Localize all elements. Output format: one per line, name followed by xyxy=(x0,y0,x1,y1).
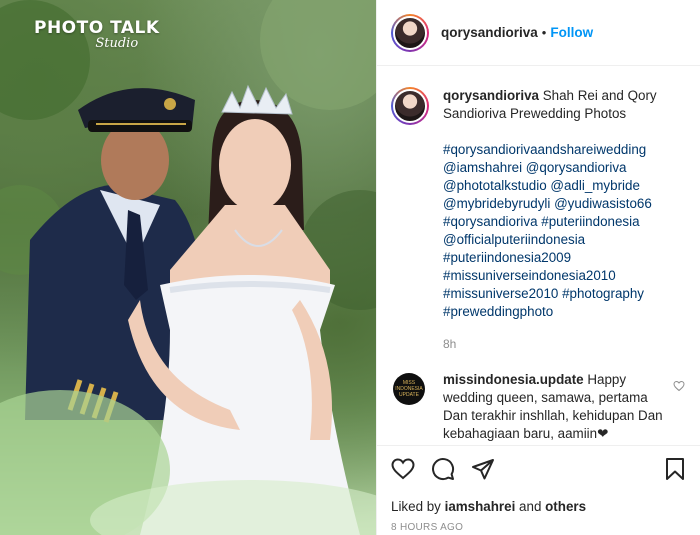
caption-avatar[interactable] xyxy=(391,87,429,125)
post-header: qorysandioriva • Follow xyxy=(377,0,700,66)
likes-others[interactable]: others xyxy=(545,499,586,514)
photo-illustration xyxy=(0,0,376,535)
comment-body: missindonesia.update Happy wedding queen… xyxy=(443,371,665,443)
likes-user[interactable]: iamshahrei xyxy=(445,499,516,514)
watermark-title: PHOTO TALK xyxy=(34,18,160,38)
header-avatar[interactable] xyxy=(391,13,429,52)
caption-username[interactable]: qorysandioriva xyxy=(443,88,539,103)
hashtag-line[interactable]: #missuniverse2010 #photography xyxy=(443,285,675,303)
post-side-panel: qorysandioriva • Follow qorysandioriva S… xyxy=(376,0,700,535)
likes-and: and xyxy=(515,499,546,514)
header-username[interactable]: qorysandioriva xyxy=(441,25,538,40)
post-timestamp: 8 HOURS AGO xyxy=(391,522,464,533)
comment-icon[interactable] xyxy=(431,457,455,486)
comment-avatar[interactable]: MISS INDONESIA UPDATE xyxy=(393,373,425,405)
hashtag-line[interactable]: @officialputeriindonesia xyxy=(443,231,675,249)
caption-hashtags: #qorysandiorivaandshareiwedding @iamshah… xyxy=(443,141,675,321)
header-separator: • xyxy=(541,25,547,40)
hashtag-line[interactable]: @mybridebyrudyli @yudiwasisto66 xyxy=(443,195,675,213)
photo-watermark: PHOTO TALK Studio xyxy=(34,18,160,51)
hashtag-line[interactable]: #qorysandiorivaandshareiwedding xyxy=(443,141,675,159)
hashtag-line[interactable]: #qorysandioriva #puteriindonesia xyxy=(443,213,675,231)
hashtag-line[interactable]: @phototalkstudio @adli_mybride xyxy=(443,177,675,195)
hashtag-line[interactable]: #missuniverseindonesia2010 xyxy=(443,267,675,285)
hashtag-line[interactable]: #preweddingphoto xyxy=(443,303,675,321)
comment-avatar-text: MISS INDONESIA UPDATE xyxy=(395,380,423,398)
hashtag-line[interactable]: @iamshahrei @qorysandioriva xyxy=(443,159,675,177)
likes-prefix: Liked by xyxy=(391,499,445,514)
hashtag-line[interactable]: #puteriindonesia2009 xyxy=(443,249,675,267)
post-actions: Liked by iamshahrei and others 8 HOURS A… xyxy=(377,445,700,535)
caption-body: qorysandioriva Shah Rei and Qory Sandior… xyxy=(443,87,675,353)
comments-section[interactable]: qorysandioriva Shah Rei and Qory Sandior… xyxy=(377,67,700,445)
action-icons xyxy=(391,457,687,486)
comment-username[interactable]: missindonesia.update xyxy=(443,372,584,387)
bookmark-icon[interactable] xyxy=(663,457,687,486)
caption-age: 8h xyxy=(443,337,457,351)
post-photo[interactable]: PHOTO TALK Studio xyxy=(0,0,376,535)
watermark-subtitle: Studio xyxy=(95,36,139,51)
likes-summary: Liked by iamshahrei and others xyxy=(391,499,687,514)
share-icon[interactable] xyxy=(471,457,495,486)
comment-item: MISS INDONESIA UPDATE missindonesia.upda… xyxy=(391,371,687,443)
follow-button[interactable]: Follow xyxy=(550,25,593,40)
caption: qorysandioriva Shah Rei and Qory Sandior… xyxy=(391,87,687,353)
comment-like-icon[interactable] xyxy=(673,379,685,397)
heart-icon[interactable] xyxy=(391,457,415,486)
